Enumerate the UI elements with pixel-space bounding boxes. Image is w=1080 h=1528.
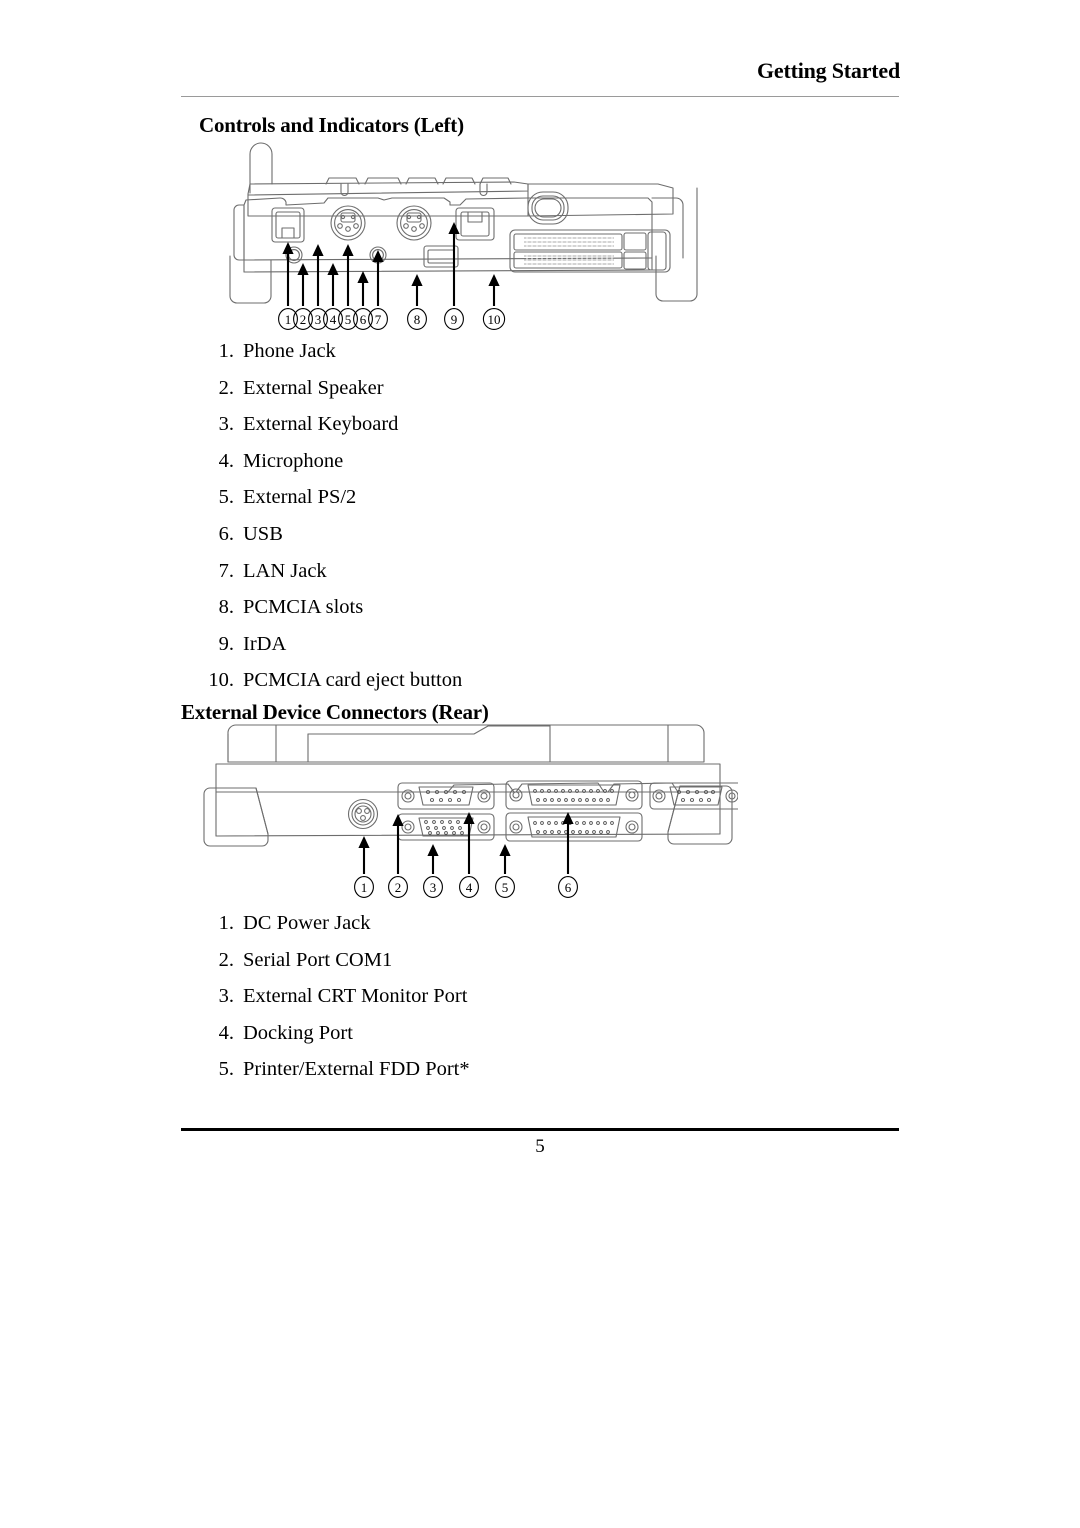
- callout-number: 6: [360, 312, 367, 327]
- list-text: IrDA: [243, 632, 287, 655]
- page-number: 5: [535, 1136, 545, 1157]
- controls-left-list: 1. Phone Jack 2. External Speaker 3. Extern…: [196, 333, 462, 699]
- list-marker: 3.: [218, 985, 234, 1008]
- list-item: 1. Phone Jack: [196, 333, 462, 370]
- list-marker: 7.: [218, 559, 234, 582]
- list-marker: 10.: [208, 669, 234, 692]
- left-side-port-diagram: 1 2 3 4 5 6 7 8 9 10: [228, 138, 708, 330]
- callout-number: 2: [300, 312, 307, 327]
- list-text: External PS/2: [243, 486, 357, 509]
- callout-number: 5: [345, 312, 352, 327]
- list-marker: 5.: [218, 1058, 234, 1081]
- callout-number: 5: [502, 880, 509, 895]
- rear-connector-diagram: 1 2 3 4 5 6: [198, 722, 738, 898]
- list-text: External Speaker: [243, 376, 384, 399]
- list-text: PCMCIA card eject button: [243, 669, 463, 692]
- list-text: DC Power Jack: [243, 912, 371, 934]
- section-heading-controls-left: Controls and Indicators (Left): [199, 113, 464, 137]
- list-text: External CRT Monitor Port: [243, 985, 468, 1008]
- list-item: 8. PCMCIA slots: [196, 589, 462, 626]
- list-item: 3. External CRT Monitor Port: [196, 978, 470, 1015]
- list-marker: 1.: [218, 912, 234, 934]
- list-marker: 5.: [218, 486, 234, 509]
- callout-number: 10: [488, 312, 501, 327]
- list-item: 4. Docking Port: [196, 1015, 470, 1052]
- callout-number: 4: [330, 312, 337, 327]
- callout-number: 3: [430, 880, 437, 895]
- connectors-rear-list: 1. DC Power Jack 2. Serial Port COM1 3. Ext…: [196, 905, 470, 1088]
- list-marker: 4.: [218, 1021, 234, 1044]
- list-marker: 2.: [218, 376, 234, 399]
- header-divider-rule: [181, 96, 899, 97]
- list-marker: 1.: [218, 340, 234, 362]
- list-text: Phone Jack: [243, 340, 336, 362]
- running-header-title: Getting Started: [756, 58, 900, 83]
- callout-row-left: 1 2 3 4 5 6 7 8 9 10: [228, 306, 708, 330]
- list-item: 9. IrDA: [196, 626, 462, 663]
- list-item: 4. Microphone: [196, 443, 462, 480]
- list-text: Serial Port COM1: [243, 948, 393, 971]
- list-text: PCMCIA slots: [243, 596, 364, 619]
- list-item: 6. USB: [196, 516, 462, 553]
- callout-number: 1: [285, 312, 292, 327]
- callout-number: 1: [361, 880, 368, 895]
- list-item: 10. PCMCIA card eject button: [196, 662, 462, 699]
- list-item: 2. External Speaker: [196, 370, 462, 407]
- list-marker: 9.: [218, 632, 234, 655]
- list-marker: 8.: [218, 596, 234, 619]
- list-text: LAN Jack: [243, 559, 327, 582]
- callout-number: 4: [466, 880, 473, 895]
- callout-number: 2: [395, 880, 402, 895]
- callout-number: 7: [375, 312, 382, 327]
- list-text: USB: [243, 522, 283, 545]
- list-text: Printer/External FDD Port*: [243, 1058, 470, 1081]
- list-marker: 4.: [218, 449, 234, 472]
- list-item: 3. External Keyboard: [196, 406, 462, 443]
- callout-number: 6: [565, 880, 572, 895]
- list-marker: 3.: [218, 413, 234, 436]
- callout-number: 9: [451, 312, 458, 327]
- callout-number: 8: [414, 312, 421, 327]
- footer-divider-rule: [181, 1128, 899, 1131]
- list-text: Docking Port: [243, 1021, 353, 1044]
- list-marker: 2.: [218, 948, 234, 971]
- document-page: Getting Started Controls and Indicators …: [0, 0, 1080, 1528]
- callout-number: 3: [315, 312, 322, 327]
- list-text: External Keyboard: [243, 413, 399, 436]
- list-item: 5. External PS/2: [196, 479, 462, 516]
- list-item: 1. DC Power Jack: [196, 905, 470, 942]
- list-text: Microphone: [243, 449, 344, 472]
- list-item: 7. LAN Jack: [196, 553, 462, 590]
- list-item: 5. Printer/External FDD Port*: [196, 1051, 470, 1088]
- list-marker: 6.: [218, 522, 234, 545]
- callout-row-rear: 1 2 3 4 5 6: [198, 874, 738, 900]
- list-item: 2. Serial Port COM1: [196, 942, 470, 979]
